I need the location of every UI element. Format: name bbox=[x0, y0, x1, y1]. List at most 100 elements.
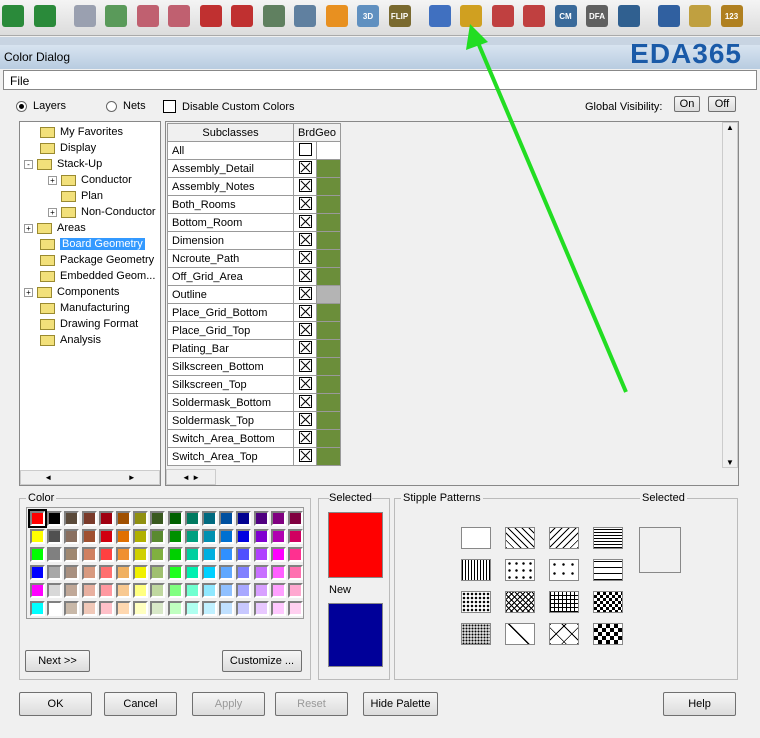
globe-icon[interactable] bbox=[2, 5, 24, 27]
visibility-checkbox[interactable] bbox=[298, 430, 312, 444]
stipple-pattern-diamond-outline[interactable] bbox=[505, 623, 535, 645]
color-swatch[interactable] bbox=[236, 511, 252, 526]
visibility-checkbox[interactable] bbox=[298, 214, 312, 228]
color-cell[interactable] bbox=[316, 159, 341, 178]
visibility-checkbox[interactable] bbox=[298, 448, 312, 462]
color-swatch[interactable] bbox=[133, 511, 149, 526]
color-swatch[interactable] bbox=[219, 529, 235, 544]
visibility-checkbox[interactable] bbox=[298, 250, 312, 264]
stipple-pattern-checker[interactable] bbox=[593, 591, 623, 613]
color-swatch[interactable] bbox=[202, 547, 217, 562]
customize-button[interactable]: Customize ... bbox=[222, 650, 302, 672]
color-swatch[interactable] bbox=[288, 601, 303, 616]
color-swatch[interactable] bbox=[47, 583, 63, 598]
cm-icon[interactable]: CM bbox=[554, 5, 577, 27]
pin-icon[interactable] bbox=[33, 5, 56, 27]
color-swatch[interactable] bbox=[30, 529, 45, 544]
tree-item[interactable]: Display bbox=[40, 140, 96, 156]
color-swatch[interactable] bbox=[64, 511, 80, 526]
color-swatch[interactable] bbox=[28, 509, 47, 528]
color-swatch[interactable] bbox=[288, 511, 303, 526]
expander-icon[interactable]: + bbox=[48, 175, 57, 185]
color-swatch[interactable] bbox=[202, 529, 217, 544]
color-swatch[interactable] bbox=[236, 565, 252, 580]
stipple-pattern-dots-sparse[interactable] bbox=[505, 559, 535, 581]
tree-item[interactable]: + Areas bbox=[24, 220, 86, 236]
color-swatch[interactable] bbox=[202, 601, 217, 616]
color-swatch[interactable] bbox=[167, 529, 183, 544]
color-swatch[interactable] bbox=[184, 601, 200, 616]
visibility-checkbox[interactable] bbox=[298, 286, 312, 300]
zoom-in-icon[interactable] bbox=[199, 5, 222, 27]
hide-palette-button[interactable]: Hide Palette bbox=[363, 692, 438, 716]
color-swatch[interactable] bbox=[133, 583, 149, 598]
color-swatch[interactable] bbox=[64, 547, 80, 562]
stipple-pattern-dashes[interactable] bbox=[593, 559, 623, 581]
color-swatch[interactable] bbox=[202, 511, 217, 526]
visibility-checkbox[interactable] bbox=[298, 358, 312, 372]
route-icon[interactable] bbox=[657, 5, 680, 27]
grid-dots-icon[interactable] bbox=[428, 5, 451, 27]
menu-file[interactable]: File bbox=[10, 74, 29, 88]
color-cell[interactable] bbox=[316, 357, 341, 376]
visibility-off-button[interactable]: Off bbox=[708, 96, 736, 112]
color-swatch[interactable] bbox=[270, 601, 286, 616]
3d-icon[interactable]: 3D bbox=[357, 5, 379, 27]
brdgeo-header[interactable]: BrdGeo bbox=[293, 123, 341, 142]
visibility-checkbox[interactable] bbox=[298, 412, 312, 426]
color-swatch[interactable] bbox=[64, 601, 80, 616]
layers-radio[interactable]: Layers bbox=[16, 100, 66, 112]
color-swatch[interactable] bbox=[288, 529, 303, 544]
color-swatch[interactable] bbox=[253, 583, 269, 598]
color-swatch[interactable] bbox=[219, 601, 235, 616]
color-swatch[interactable] bbox=[219, 583, 235, 598]
color-swatch[interactable] bbox=[150, 583, 166, 598]
color-swatch[interactable] bbox=[253, 529, 269, 544]
layers-icon[interactable] bbox=[523, 5, 545, 27]
color-swatch[interactable] bbox=[81, 547, 97, 562]
color-swatch[interactable] bbox=[288, 583, 303, 598]
stipple-pattern-dots-dense[interactable] bbox=[461, 591, 491, 613]
color-swatch[interactable] bbox=[64, 529, 80, 544]
tree-item[interactable]: Board Geometry bbox=[40, 236, 145, 252]
color-swatch[interactable] bbox=[184, 547, 200, 562]
color-swatch[interactable] bbox=[219, 547, 235, 562]
stipple-pattern-vertical[interactable] bbox=[461, 559, 491, 581]
color-swatch[interactable] bbox=[47, 511, 63, 526]
stipple-pattern-crosshatch-diag[interactable] bbox=[505, 591, 535, 613]
tree-item[interactable]: + Conductor bbox=[48, 172, 132, 188]
color-swatch[interactable] bbox=[116, 547, 131, 562]
stipple-pattern-horizontal[interactable] bbox=[593, 527, 623, 549]
color-cell[interactable] bbox=[316, 447, 341, 466]
refresh-icon[interactable] bbox=[325, 5, 348, 27]
color-swatch[interactable] bbox=[81, 601, 97, 616]
grid2-icon[interactable] bbox=[105, 5, 127, 27]
color-swatch[interactable] bbox=[116, 583, 131, 598]
tree-item[interactable]: Package Geometry bbox=[40, 252, 154, 268]
reset-button[interactable]: Reset bbox=[275, 692, 348, 716]
color-swatch[interactable] bbox=[167, 511, 183, 526]
tree-item[interactable]: Drawing Format bbox=[40, 316, 138, 332]
color-swatch[interactable] bbox=[288, 547, 303, 562]
color-cell[interactable] bbox=[316, 321, 341, 340]
color-swatch[interactable] bbox=[150, 511, 166, 526]
color-swatch[interactable] bbox=[167, 565, 183, 580]
color-swatch[interactable] bbox=[184, 511, 200, 526]
color-cell[interactable] bbox=[316, 195, 341, 214]
visibility-on-button[interactable]: On bbox=[674, 96, 700, 112]
zoom-out-icon[interactable] bbox=[231, 5, 253, 27]
color-swatch[interactable] bbox=[133, 601, 149, 616]
color-swatch[interactable] bbox=[133, 529, 149, 544]
zoom-prev-icon[interactable] bbox=[262, 5, 285, 27]
color-swatch[interactable] bbox=[98, 583, 114, 598]
color-swatch[interactable] bbox=[30, 547, 45, 562]
tree-item[interactable]: Plan bbox=[48, 188, 103, 204]
expander-icon[interactable]: + bbox=[24, 223, 33, 233]
next-button[interactable]: Next >> bbox=[25, 650, 90, 672]
tree-item[interactable]: + Non-Conductor bbox=[48, 204, 156, 220]
visibility-checkbox[interactable] bbox=[298, 322, 312, 336]
color-swatch[interactable] bbox=[30, 601, 45, 616]
color-swatch[interactable] bbox=[236, 547, 252, 562]
color-swatch[interactable] bbox=[167, 601, 183, 616]
color-swatch[interactable] bbox=[270, 565, 286, 580]
